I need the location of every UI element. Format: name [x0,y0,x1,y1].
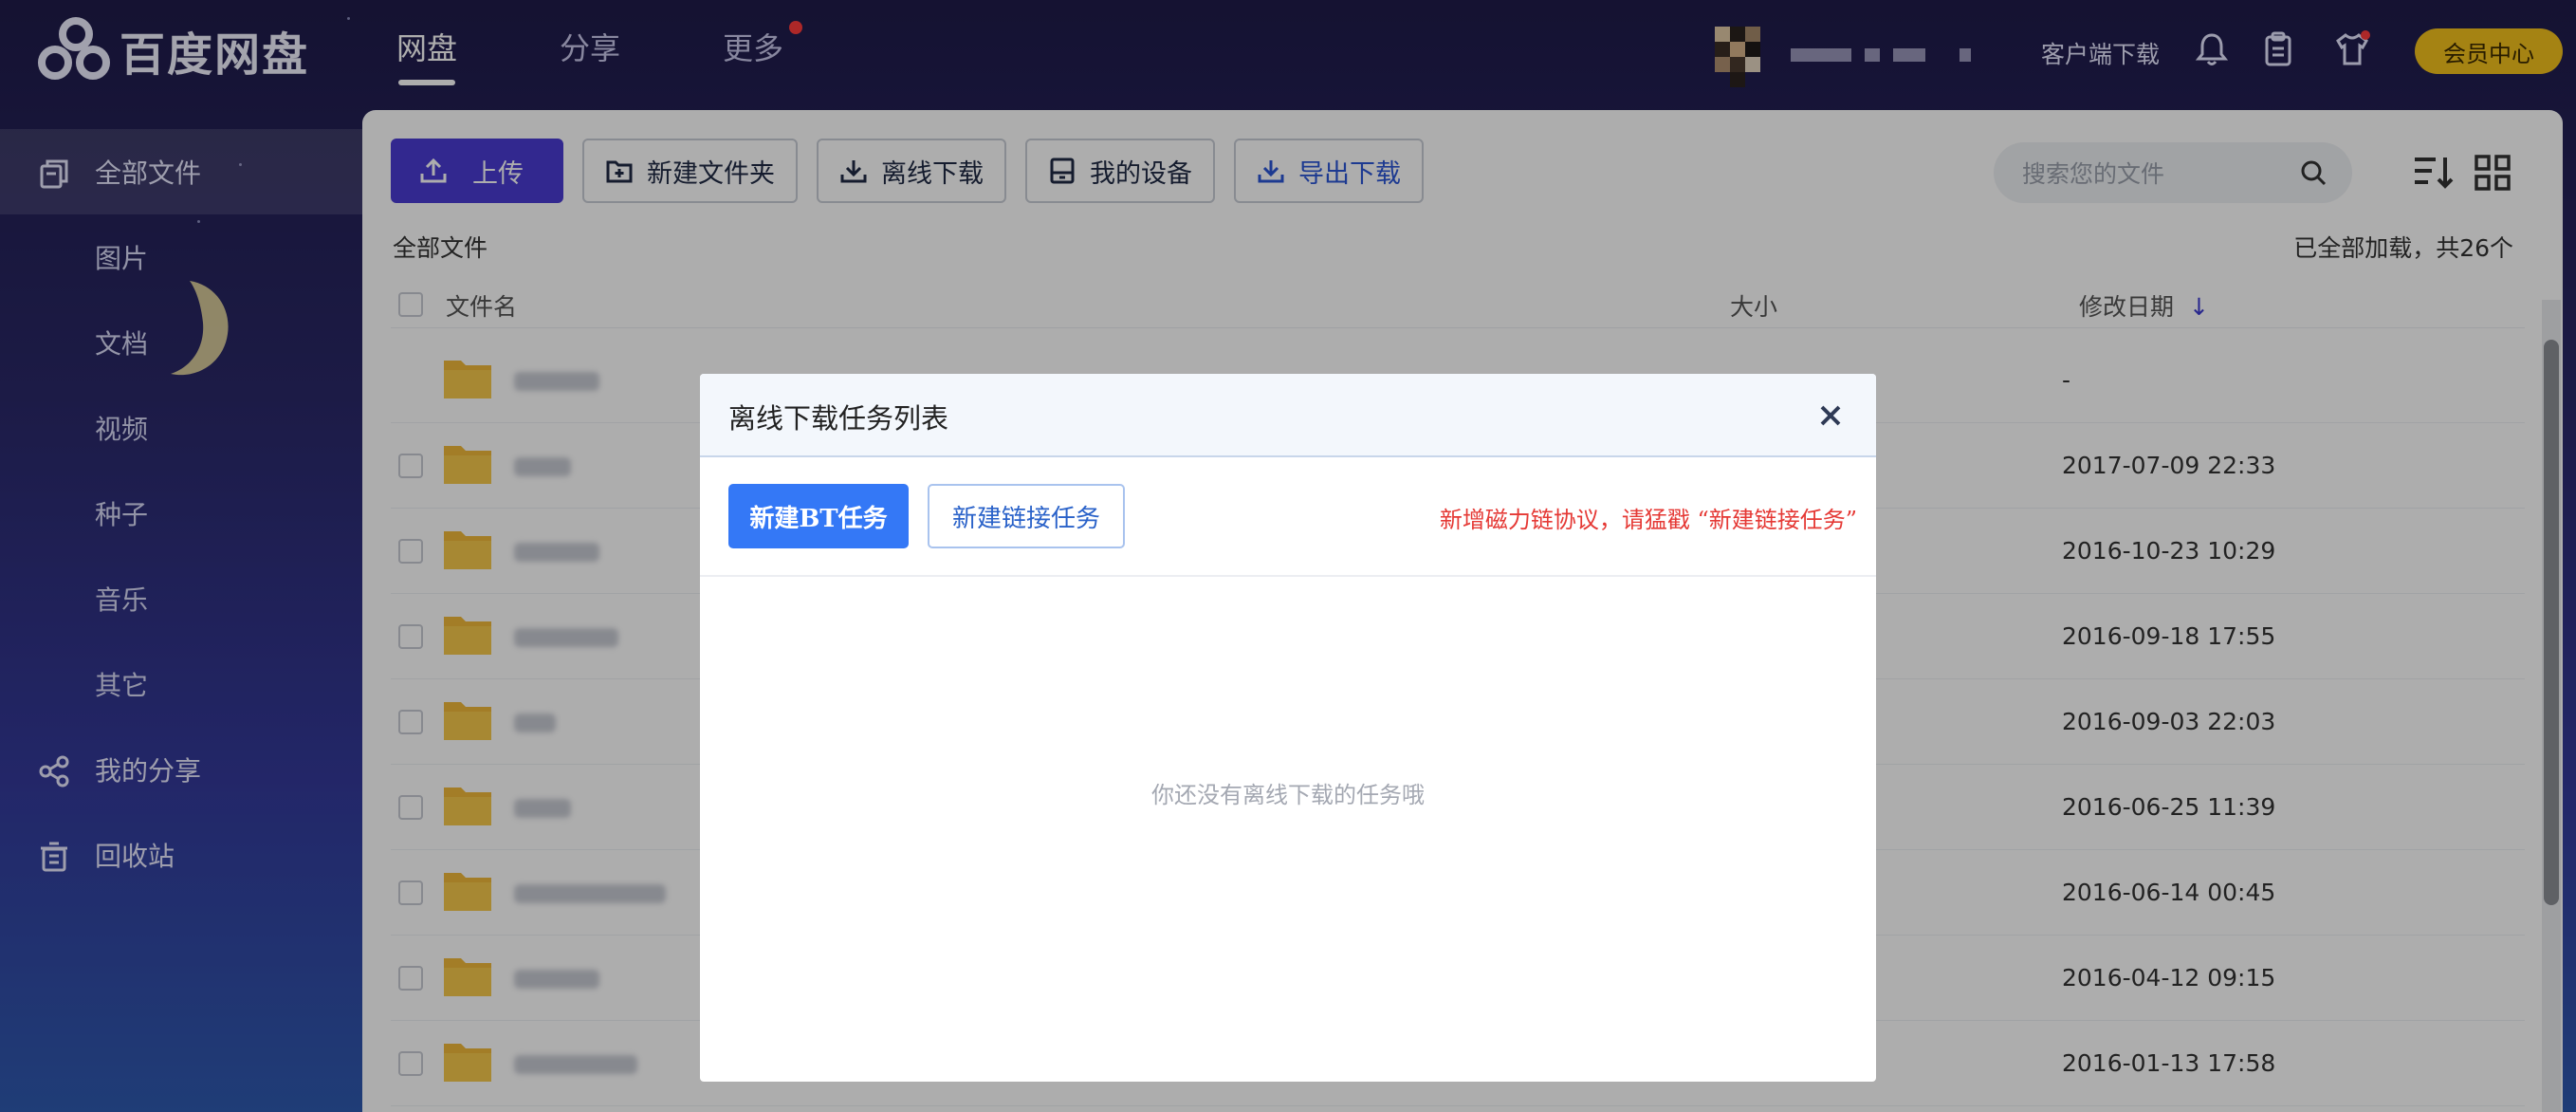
dialog-title: 离线下载任务列表 [728,402,949,435]
magnet-notice: 新增磁力链协议，请猛戳 “新建链接任务” [1439,507,1857,533]
dialog-actions: 新建BT任务 新建链接任务 新增磁力链协议，请猛戳 “新建链接任务” [700,457,1876,577]
new-link-task-button[interactable]: 新建链接任务 [928,484,1125,548]
new-bt-task-button[interactable]: 新建BT任务 [728,484,909,548]
empty-state-text: 你还没有离线下载的任务哦 [1151,782,1425,808]
close-icon[interactable] [1813,398,1848,433]
dialog-header: 离线下载任务列表 [700,374,1876,457]
offline-download-dialog: 离线下载任务列表 新建BT任务 新建链接任务 新增磁力链协议，请猛戳 “新建链接… [700,374,1876,1082]
